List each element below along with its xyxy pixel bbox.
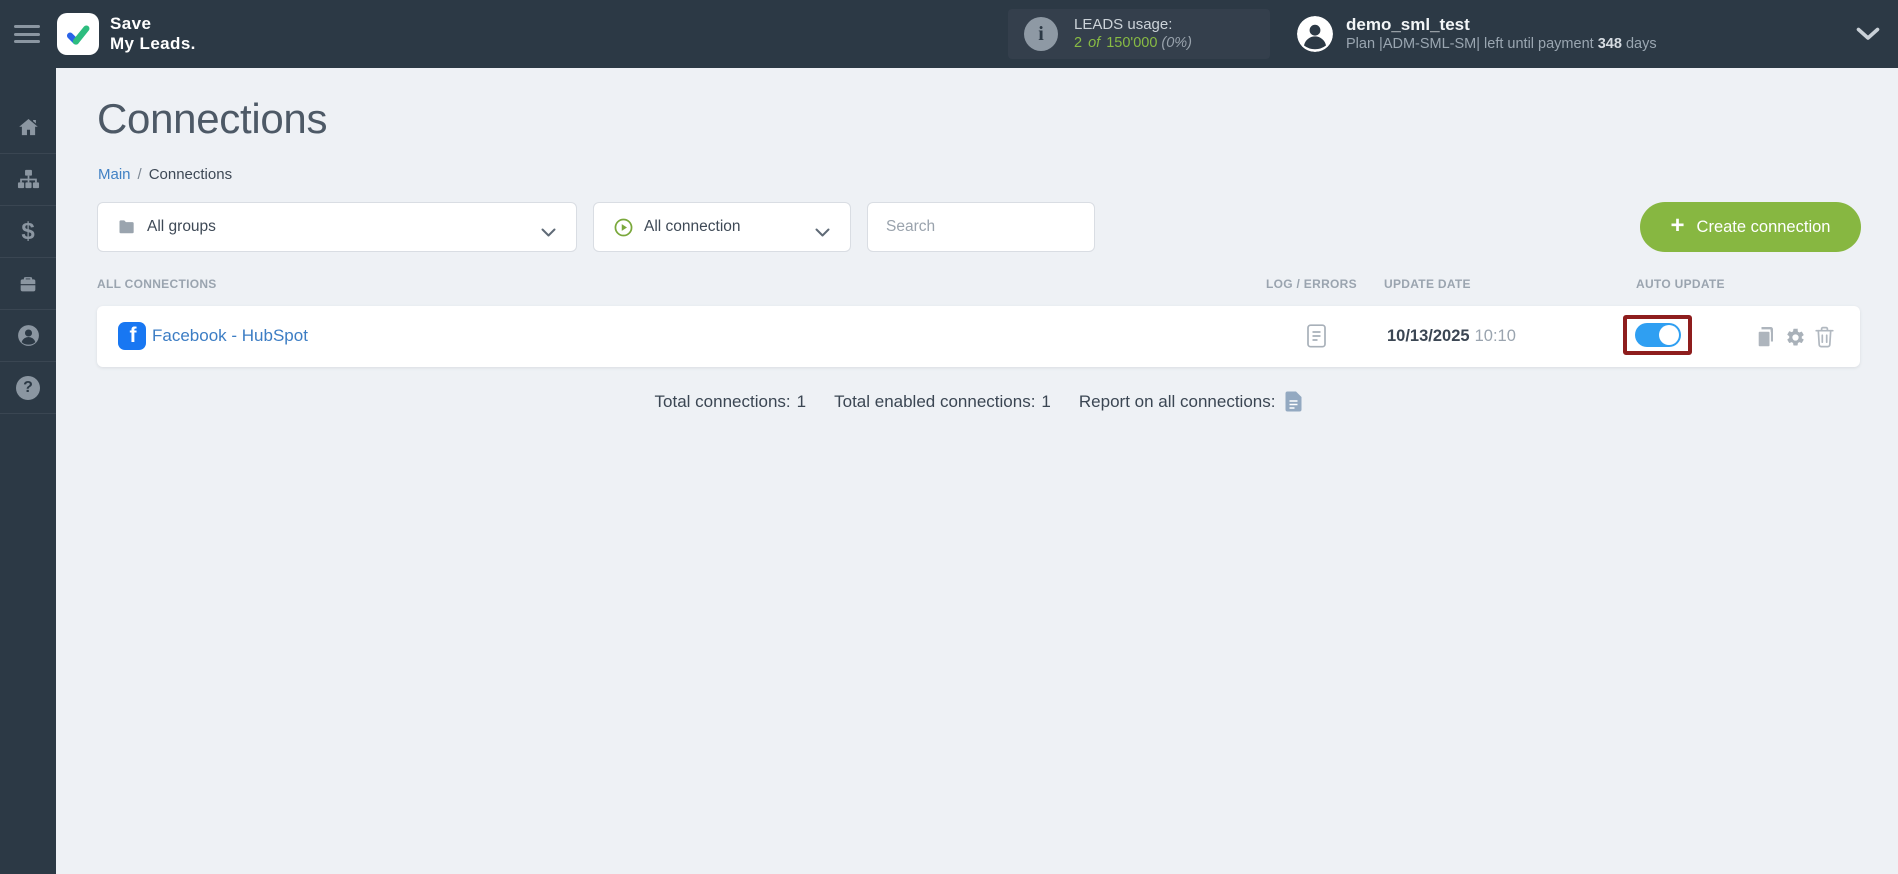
sidebar-item-services[interactable] [0, 258, 56, 310]
copy-icon[interactable] [1755, 326, 1776, 348]
settings-gear-icon[interactable] [1785, 327, 1806, 348]
row-actions [1755, 326, 1834, 348]
total-connections: Total connections: 1 [654, 391, 807, 411]
breadcrumb: Main / Connections [98, 166, 232, 183]
top-bar: Save My Leads. i LEADS usage: 2 of 150'0… [0, 0, 1898, 68]
connection-filter-dropdown[interactable]: All connection [593, 202, 851, 252]
user-name: demo_sml_test [1346, 15, 1470, 34]
column-header-all-connections: ALL CONNECTIONS [97, 277, 217, 291]
connections-summary: Total connections: 1 Total enabled connec… [97, 391, 1860, 412]
info-icon[interactable]: i [1024, 17, 1058, 51]
brand-name: Save My Leads. [110, 14, 196, 53]
savemyleads-logo[interactable] [57, 13, 99, 55]
page-title: Connections [97, 95, 328, 142]
checkmark-icon [63, 19, 93, 49]
menu-hamburger-icon[interactable] [14, 25, 40, 43]
leads-usage-label: LEADS usage: [1074, 16, 1173, 33]
play-circle-icon [613, 217, 634, 238]
log-document-icon[interactable] [1307, 324, 1326, 353]
leads-usage-badge: i LEADS usage: 2 of 150'000 (0%) [1008, 9, 1270, 59]
sidebar-item-account[interactable] [0, 310, 56, 362]
toggle-knob [1658, 325, 1679, 345]
plus-icon: + [1670, 212, 1685, 239]
user-plan: Plan |ADM-SML-SM| left until payment 348… [1346, 36, 1657, 52]
sidebar-nav: $ ? [0, 68, 56, 874]
sitemap-icon [17, 168, 40, 191]
table-row: f Facebook - HubSpot 10/13/2025 10:10 [97, 306, 1860, 367]
connection-name-link[interactable]: Facebook - HubSpot [152, 326, 308, 346]
help-icon: ? [16, 375, 40, 400]
column-header-log-errors: LOG / ERRORS [1266, 277, 1357, 291]
auto-update-toggle[interactable] [1634, 323, 1681, 347]
update-date: 10/13/2025 10:10 [1387, 327, 1516, 345]
sidebar-item-connections[interactable] [0, 154, 56, 206]
folder-icon [117, 217, 137, 237]
report-all-connections: Report on all connections: [1079, 391, 1303, 412]
chevron-down-icon[interactable] [1856, 27, 1880, 46]
breadcrumb-current: Connections [148, 166, 233, 183]
column-header-auto-update: AUTO UPDATE [1636, 277, 1725, 291]
sidebar-item-help[interactable]: ? [0, 362, 56, 414]
breadcrumb-separator: / [137, 166, 142, 183]
trash-icon[interactable] [1815, 326, 1834, 348]
user-icon [16, 323, 41, 348]
avatar [1297, 16, 1333, 52]
user-account-menu[interactable]: demo_sml_test Plan |ADM-SML-SM| left unt… [1297, 0, 1657, 68]
highlight-annotation-box [1623, 315, 1692, 355]
column-header-update-date: UPDATE DATE [1384, 277, 1471, 291]
sidebar-item-billing[interactable]: $ [0, 206, 56, 258]
search-input[interactable] [867, 202, 1095, 252]
groups-filter-value: All groups [147, 218, 216, 235]
groups-filter-dropdown[interactable]: All groups [97, 202, 577, 252]
briefcase-icon [17, 273, 39, 295]
sidebar-item-home[interactable] [0, 102, 56, 154]
total-enabled-connections: Total enabled connections: 1 [834, 391, 1051, 411]
report-document-icon[interactable] [1285, 391, 1302, 412]
breadcrumb-main-link[interactable]: Main [98, 166, 131, 183]
chevron-down-icon [815, 224, 830, 242]
dollar-icon: $ [21, 217, 35, 245]
connection-filter-value: All connection [644, 218, 741, 235]
chevron-down-icon [541, 224, 556, 242]
home-icon [17, 116, 40, 139]
facebook-icon: f [118, 322, 146, 350]
leads-usage-value: 2 of 150'000 (0%) [1074, 35, 1193, 51]
create-connection-button[interactable]: + Create connection [1640, 202, 1861, 252]
